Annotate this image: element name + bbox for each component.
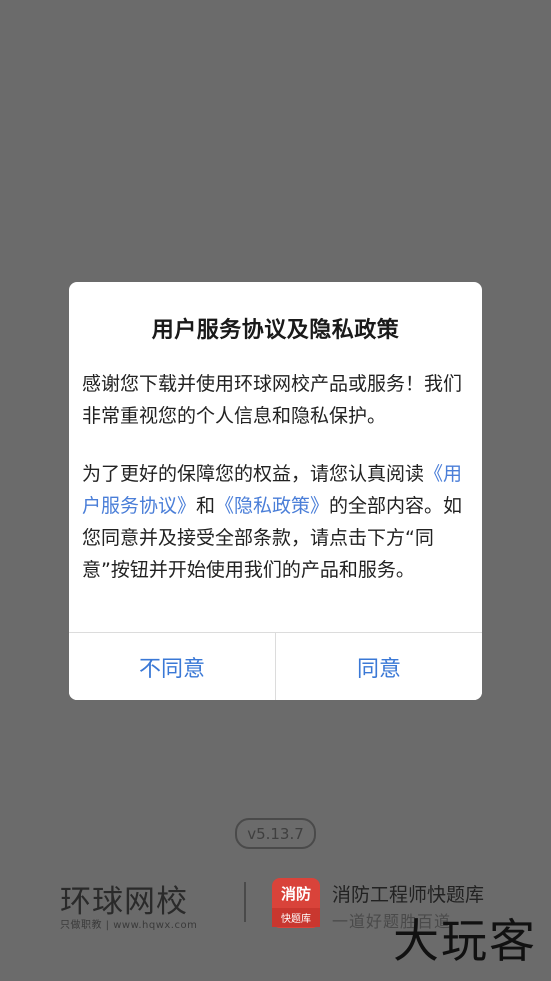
app-icon-line2: 快题库 [272,908,320,927]
brand-tagline: 只做职教 | www.hqwx.com [60,920,198,931]
app-icon: 消防 快题库 [272,878,320,928]
disagree-button[interactable]: 不同意 [69,633,275,700]
privacy-policy-link[interactable]: 《隐私政策》 [215,495,329,517]
brand-logo: 环球网校 [60,884,188,920]
and-text: 和 [196,495,216,517]
watermark: 大玩客 [393,914,537,968]
footer-divider [244,882,246,922]
dialog-paragraph-1: 感谢您下载并使用环球网校产品或服务！我们非常重视您的个人信息和隐私保护。 [82,373,463,427]
version-badge: v5.13.7 [235,818,316,849]
dialog-body: 感谢您下载并使用环球网校产品或服务！我们非常重视您的个人信息和隐私保护。 为了更… [82,368,469,586]
para2-pre: 为了更好的保障您的权益，请您认真阅读 [82,463,425,485]
app-name: 消防工程师快题库 [332,884,485,906]
dialog-title: 用户服务协议及隐私政策 [151,318,400,343]
agree-button[interactable]: 同意 [275,633,482,700]
dialog-buttons: 不同意 同意 [69,632,482,700]
app-icon-line1: 消防 [280,885,311,903]
dialog-paragraph-2: 为了更好的保障您的权益，请您认真阅读《用户服务协议》和《隐私政策》的全部内容。如… [82,458,469,586]
privacy-dialog: 用户服务协议及隐私政策 感谢您下载并使用环球网校产品或服务！我们非常重视您的个人… [69,282,482,700]
